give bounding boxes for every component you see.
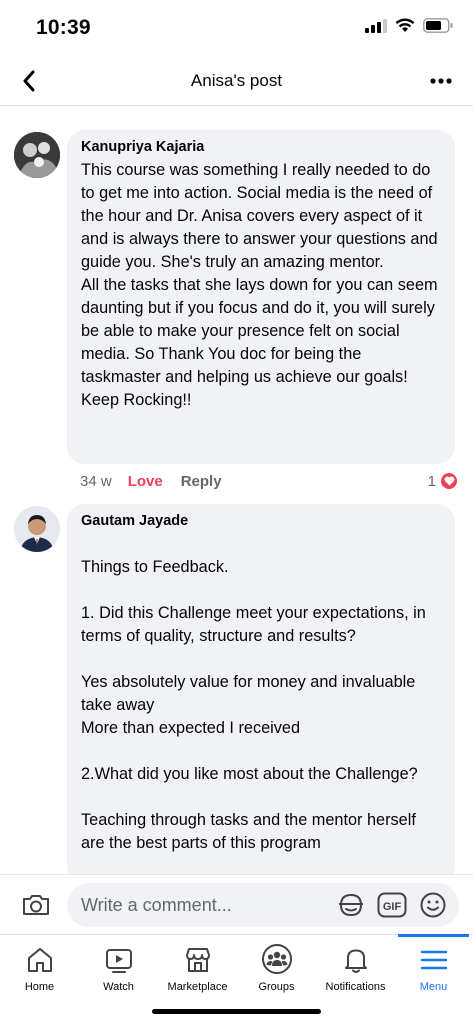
camera-icon [23,895,49,915]
tab-groups[interactable]: Groups [237,935,316,1005]
signal-icon [365,18,387,38]
tab-watch[interactable]: Watch [79,935,158,1005]
gif-label: GIF [383,901,402,913]
avatar-sticker-icon[interactable] [337,891,365,924]
status-icons [365,18,453,38]
status-time: 10:39 [36,16,91,39]
tab-label: Menu [419,981,448,993]
reply-button[interactable]: Reply [181,473,222,490]
page-title: Anisa's post [190,71,283,90]
more-options-button[interactable] [423,66,459,96]
avatar[interactable] [14,132,60,178]
tab-label: Groups [258,981,295,993]
tab-label: Marketplace [167,981,228,993]
composer-icons: GIF [337,891,447,924]
groups-icon [237,935,316,977]
marketplace-icon [158,935,237,977]
comment-input[interactable]: Write a comment... GIF [67,883,459,927]
bell-icon [316,935,395,977]
comment-actions: 34 w Love Reply [80,473,222,490]
camera-button[interactable] [18,889,54,921]
watch-icon [79,935,158,977]
bottom-tab-bar: Home Watch Marketplace Groups Notificati… [0,934,473,1024]
comment-bubble[interactable]: Gautam Jayade Things to Feedback. 1. Did… [67,504,455,874]
love-button[interactable]: Love [128,473,163,490]
comment-time[interactable]: 34 w [80,473,112,490]
home-indicator[interactable] [152,1009,321,1014]
home-icon [0,935,79,977]
comment-text: This course was something I really neede… [81,161,438,409]
comment-author[interactable]: Kanupriya Kajaria [81,139,441,155]
reaction-count-value: 1 [427,472,436,490]
comments-feed[interactable]: Kanupriya Kajaria This course was someth… [0,106,473,874]
nav-bar: Anisa's post [0,56,473,106]
reaction-count[interactable]: 1 [428,471,459,491]
tab-home[interactable]: Home [0,935,79,1005]
comment-author[interactable]: Gautam Jayade [81,513,441,529]
comment-placeholder: Write a comment... [81,895,232,915]
comment-bubble[interactable]: Kanupriya Kajaria This course was someth… [67,130,455,464]
wifi-icon [395,18,415,38]
tab-notifications[interactable]: Notifications [316,935,395,1005]
heart-icon [439,471,459,491]
comment-text: Things to Feedback. 1. Did this Challeng… [81,558,426,852]
tab-label: Watch [103,981,134,993]
comment-composer: Write a comment... GIF [0,874,473,934]
avatar[interactable] [14,506,60,552]
status-bar: 10:39 [0,0,473,56]
more-icon [430,78,452,84]
tab-marketplace[interactable]: Marketplace [158,935,237,1005]
battery-icon [423,18,453,38]
emoji-icon[interactable] [419,891,447,924]
tab-label: Notifications [325,981,386,993]
menu-icon [394,935,473,977]
tab-label: Home [24,981,55,993]
tab-menu[interactable]: Menu [394,935,473,1005]
gif-icon[interactable]: GIF [377,892,407,923]
